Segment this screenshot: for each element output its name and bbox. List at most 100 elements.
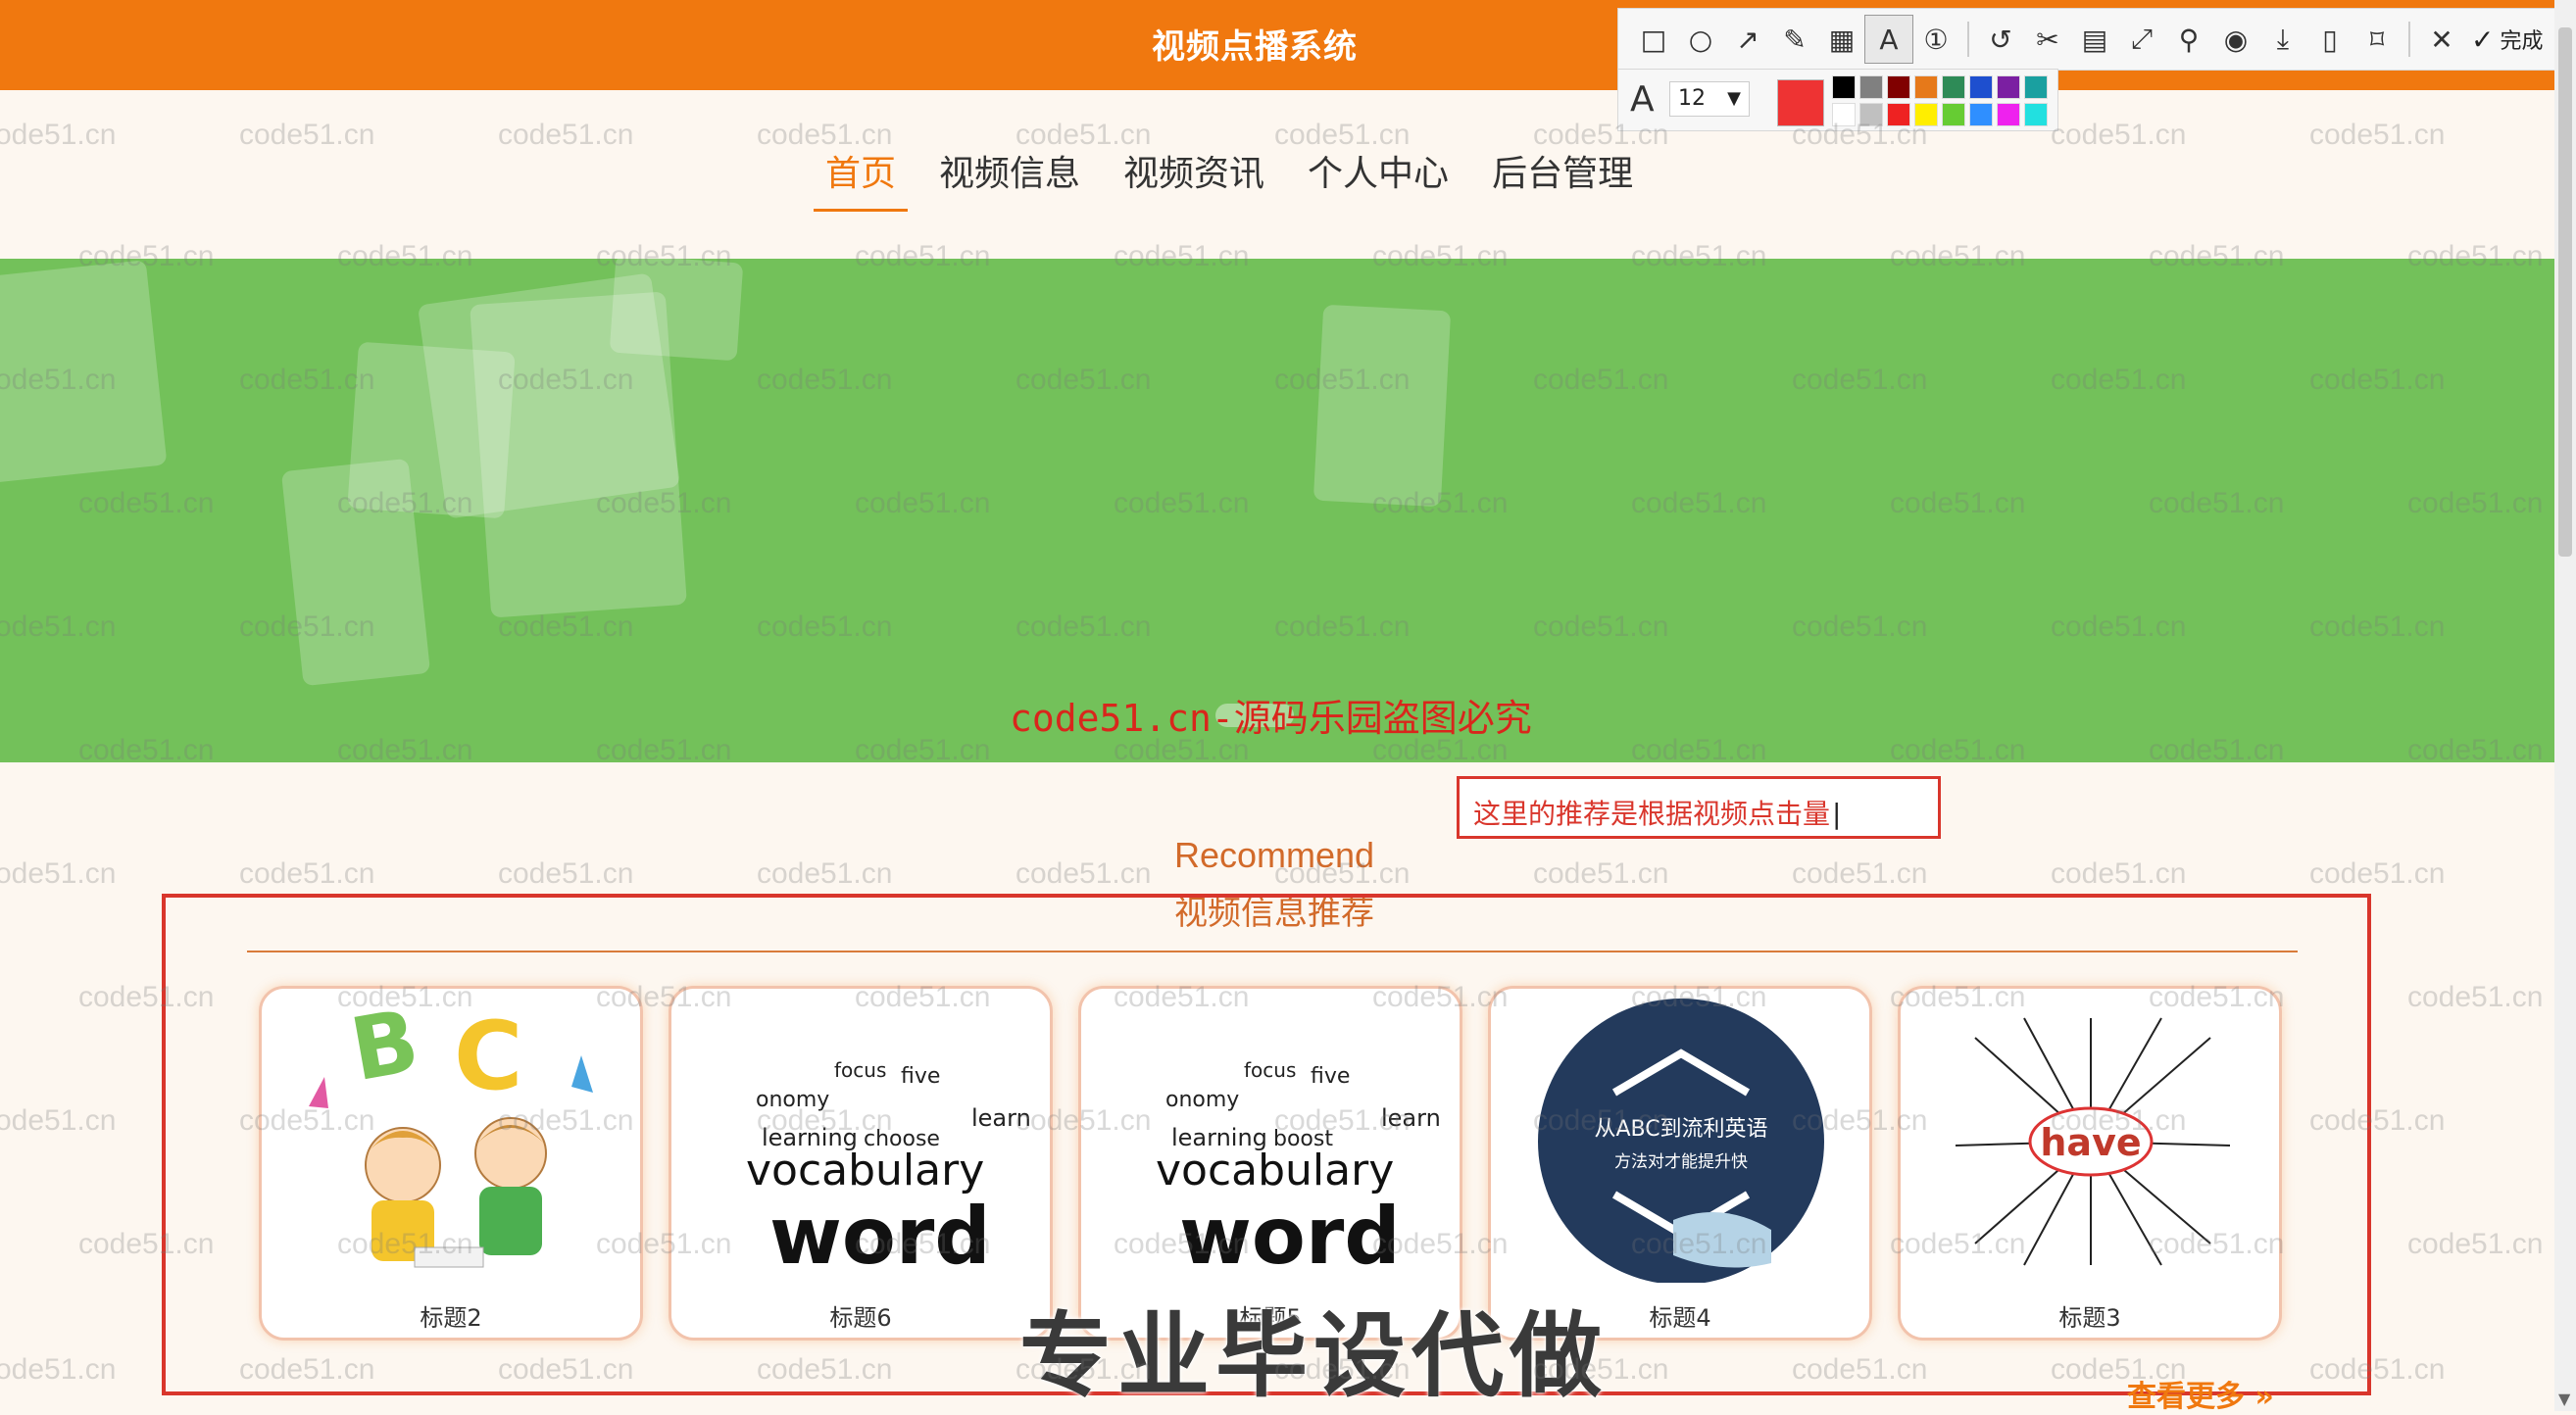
watermark-text: code51.cn — [239, 118, 375, 151]
color-swatch[interactable] — [1832, 103, 1856, 126]
watermark-text: code51.cn — [498, 857, 634, 891]
svg-text:focus: focus — [1244, 1058, 1296, 1082]
pin-icon[interactable]: ⚲ — [2165, 16, 2212, 63]
color-swatch[interactable] — [1887, 75, 1910, 99]
svg-text:vocabulary: vocabulary — [746, 1146, 984, 1195]
svg-text:word: word — [769, 1191, 991, 1282]
fit-icon[interactable]: ⤢ — [2118, 16, 2165, 63]
nav-item-video-news[interactable]: 视频资讯 — [1102, 147, 1286, 206]
annotation-text[interactable]: 这里的推荐是根据视频点击量 — [1473, 793, 1841, 832]
done-button[interactable]: ✓ 完成 — [2471, 24, 2543, 56]
svg-text:word: word — [1179, 1191, 1401, 1282]
color-swatch[interactable] — [2024, 75, 2048, 99]
save-icon[interactable]: ▯ — [2306, 16, 2353, 63]
watermark-text: code51.cn — [1792, 857, 1928, 891]
nav-item-home[interactable]: 首页 — [804, 147, 917, 212]
watermark-text: code51.cn — [2051, 857, 2187, 891]
color-swatch[interactable] — [1859, 75, 1883, 99]
undo-icon[interactable]: ↺ — [1977, 16, 2024, 63]
toolbar-separator — [1967, 22, 1969, 57]
number-icon[interactable]: ① — [1912, 16, 1959, 63]
svg-text:onomy: onomy — [1165, 1088, 1239, 1112]
svg-text:five: five — [901, 1064, 940, 1089]
video-card[interactable]: have 标题3 — [1898, 986, 2282, 1341]
watermark-text: code51.cn — [0, 1352, 117, 1386]
font-size-value: 12 — [1678, 86, 1706, 111]
thumbnail-word-cloud: onomy focus five learning boost learn vo… — [1156, 1058, 1441, 1282]
color-swatch[interactable] — [1969, 103, 1993, 126]
done-label: 完成 — [2500, 29, 2544, 54]
rect-icon[interactable]: □ — [1630, 16, 1677, 63]
banner-deco-shape — [0, 260, 168, 483]
nav-item-user-center[interactable]: 个人中心 — [1286, 147, 1470, 206]
watermark-text: code51.cn — [0, 118, 117, 151]
view-more-link[interactable]: 查看更多 — [2127, 1372, 2274, 1415]
thumbnail-have-mindmap: have — [1955, 1017, 2231, 1266]
video-card-title[interactable]: 标题2 — [262, 1298, 640, 1333]
page-scrollbar[interactable]: ▼ — [2554, 0, 2576, 1411]
svg-text:focus: focus — [834, 1058, 886, 1082]
arrow-icon[interactable]: ↗ — [1724, 16, 1771, 63]
watermark-text: code51.cn — [0, 857, 117, 891]
color-swatch[interactable] — [1942, 75, 1965, 99]
svg-text:learn: learn — [971, 1104, 1031, 1132]
watermark-text: code51.cn — [2051, 118, 2187, 151]
annotation-text-box[interactable]: 这里的推荐是根据视频点击量 — [1457, 776, 1941, 839]
ellipse-icon[interactable]: ○ — [1677, 16, 1724, 63]
watermark-text: code51.cn — [757, 857, 893, 891]
color-swatch[interactable] — [1914, 75, 1938, 99]
text-icon[interactable]: A — [1864, 15, 1913, 64]
video-card-title[interactable]: 标题6 — [671, 1298, 1050, 1333]
color-swatch[interactable] — [1997, 75, 2020, 99]
nav-item-video-info[interactable]: 视频信息 — [917, 147, 1102, 206]
svg-text:方法对才能提升快: 方法对才能提升快 — [1614, 1152, 1748, 1172]
color-palette — [1832, 75, 2052, 126]
scrollbar-thumb[interactable] — [2558, 27, 2572, 557]
color-swatch[interactable] — [1887, 103, 1910, 126]
section-divider — [247, 951, 2298, 952]
color-swatch[interactable] — [1859, 103, 1883, 126]
record-icon[interactable]: ◉ — [2212, 16, 2259, 63]
svg-text:B: B — [344, 999, 426, 1100]
screenshot-toolbar: □ ○ ↗ ✎ ▦ A ① ↺ ✂ ▤ ⤢ ⚲ ◉ ⤓ ▯ ⌑ ✕ ✓ 完成 — [1617, 8, 2576, 71]
promo-overlay-text: 专业毕设代做 — [1019, 1303, 1609, 1410]
watermark-text: code51.cn — [2309, 857, 2446, 891]
svg-text:have: have — [2040, 1121, 2141, 1164]
svg-text:five: five — [1311, 1064, 1350, 1089]
watermark-text: code51.cn — [2407, 981, 2544, 1014]
font-size-select[interactable]: 12 ▼ — [1669, 81, 1750, 117]
banner-watermark-text: code51.cn-源码乐园盗图必究 — [1010, 697, 1532, 740]
color-swatch[interactable] — [1914, 103, 1938, 126]
svg-text:onomy: onomy — [756, 1088, 829, 1112]
color-swatch[interactable] — [1832, 75, 1856, 99]
nav-item-admin[interactable]: 后台管理 — [1470, 147, 1655, 206]
section-title-en: Recommend — [1173, 835, 1375, 875]
text-tool-options: A 12 ▼ — [1617, 69, 2058, 131]
check-icon: ✓ — [2471, 23, 2495, 56]
bookmark-icon[interactable]: ⌑ — [2353, 16, 2401, 63]
ocr-icon[interactable]: ▤ — [2071, 16, 2118, 63]
color-swatch[interactable] — [1969, 75, 1993, 99]
current-color-swatch[interactable] — [1777, 79, 1824, 126]
thumbnail-english-course: 从ABC到流利英语 方法对才能提升快 — [1538, 999, 1824, 1283]
mosaic-icon[interactable]: ▦ — [1818, 16, 1865, 63]
color-swatch[interactable] — [2024, 103, 2048, 126]
cut-icon[interactable]: ✂ — [2024, 16, 2071, 63]
pen-icon[interactable]: ✎ — [1771, 16, 1818, 63]
video-card[interactable]: B C 标题2 — [259, 986, 643, 1341]
video-card[interactable]: onomy focus five learning choose learn v… — [669, 986, 1053, 1341]
color-swatch[interactable] — [1942, 103, 1965, 126]
font-icon: A — [1630, 79, 1655, 120]
banner-deco-shape — [280, 458, 431, 687]
watermark-text: code51.cn — [0, 1104, 117, 1138]
watermark-text: code51.cn — [1533, 857, 1669, 891]
video-card-title[interactable]: 标题3 — [1901, 1298, 2279, 1333]
close-icon[interactable]: ✕ — [2418, 16, 2465, 63]
watermark-text: code51.cn — [2309, 118, 2446, 151]
main-nav: 首页 视频信息 视频资讯 个人中心 后台管理 — [804, 147, 1655, 212]
scroll-down-icon[interactable]: ▼ — [2558, 1390, 2570, 1408]
hero-banner[interactable]: code51.cn-源码乐园盗图必究 — [0, 259, 2554, 762]
download-icon[interactable]: ⤓ — [2259, 16, 2306, 63]
svg-text:vocabulary: vocabulary — [1156, 1146, 1394, 1195]
color-swatch[interactable] — [1997, 103, 2020, 126]
